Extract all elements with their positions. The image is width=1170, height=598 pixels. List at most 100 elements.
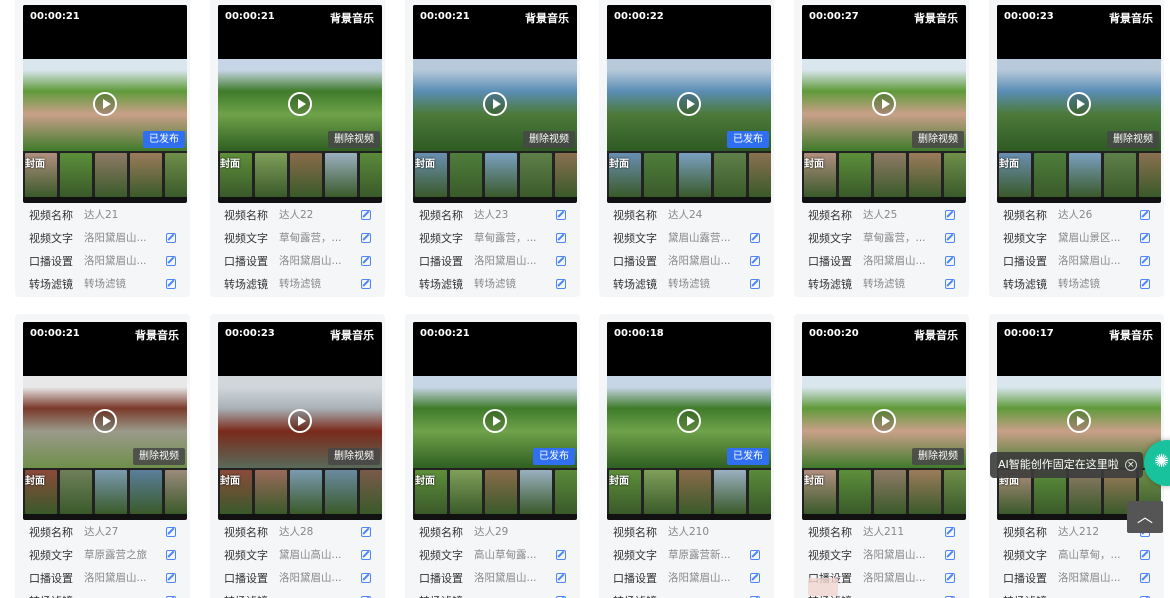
frame-thumbnail[interactable]: [1139, 153, 1161, 197]
frame-thumbnail[interactable]: [874, 153, 906, 197]
video-preview[interactable]: 00:00:22 已发布 封面: [607, 5, 771, 203]
frame-thumbnail[interactable]: [679, 153, 711, 197]
background-music-label[interactable]: 背景音乐: [330, 10, 374, 26]
edit-icon[interactable]: [945, 255, 955, 266]
play-icon[interactable]: [288, 409, 312, 433]
delete-video-button[interactable]: 删除视频: [912, 131, 964, 148]
play-icon[interactable]: [677, 92, 701, 116]
frame-thumbnail[interactable]: [360, 470, 382, 514]
edit-icon[interactable]: [361, 278, 371, 289]
frame-thumbnail[interactable]: [944, 470, 966, 514]
frame-thumbnail[interactable]: [290, 153, 322, 197]
edit-icon[interactable]: [945, 209, 955, 220]
edit-icon[interactable]: [945, 572, 955, 583]
play-icon[interactable]: [93, 409, 117, 433]
video-preview[interactable]: 00:00:21 已发布 封面: [23, 5, 187, 203]
video-preview[interactable]: 00:00:20 背景音乐 删除视频 封面: [802, 322, 966, 520]
frame-thumbnail[interactable]: [130, 470, 162, 514]
edit-icon[interactable]: [556, 209, 566, 220]
edit-icon[interactable]: [1140, 209, 1150, 220]
frame-thumbnail[interactable]: [555, 470, 577, 514]
edit-icon[interactable]: [1140, 255, 1150, 266]
frame-thumbnail[interactable]: [909, 470, 941, 514]
video-card[interactable]: 00:00:18 已发布 封面 视频名称 达人210 视频文字 草原露营新...…: [599, 314, 774, 598]
frame-thumbnail[interactable]: [839, 153, 871, 197]
edit-icon[interactable]: [556, 278, 566, 289]
frame-thumbnail[interactable]: [450, 470, 482, 514]
close-icon[interactable]: ×: [1124, 459, 1137, 471]
frame-thumbnail[interactable]: [909, 153, 941, 197]
video-preview[interactable]: 00:00:21 已发布 封面: [413, 322, 577, 520]
video-card[interactable]: 00:00:22 已发布 封面 视频名称 达人24 视频文字 黛眉山露营... …: [599, 0, 774, 297]
frame-thumbnail[interactable]: [95, 470, 127, 514]
video-preview[interactable]: 00:00:21 背景音乐 删除视频 封面: [413, 5, 577, 203]
frame-thumbnail[interactable]: [325, 153, 357, 197]
edit-icon[interactable]: [166, 232, 176, 243]
video-preview[interactable]: 00:00:17 背景音乐 封面: [997, 322, 1161, 520]
frame-thumbnail[interactable]: [679, 470, 711, 514]
video-card[interactable]: 00:00:21 已发布 封面 视频名称 达人29 视频文字 高山草甸露... …: [405, 314, 580, 598]
back-to-top-button[interactable]: ︿: [1127, 501, 1163, 533]
frame-thumbnail[interactable]: [60, 153, 92, 197]
frame-thumbnail[interactable]: [520, 470, 552, 514]
edit-icon[interactable]: [750, 278, 760, 289]
frame-thumbnail[interactable]: [555, 153, 577, 197]
frame-thumbnail[interactable]: [130, 153, 162, 197]
edit-icon[interactable]: [945, 278, 955, 289]
edit-icon[interactable]: [361, 209, 371, 220]
delete-video-button[interactable]: 删除视频: [912, 448, 964, 465]
frame-thumbnail[interactable]: [485, 153, 517, 197]
frame-thumbnail[interactable]: [325, 470, 357, 514]
frame-thumbnail[interactable]: [290, 470, 322, 514]
frame-thumbnail[interactable]: [839, 470, 871, 514]
frame-thumbnail[interactable]: [644, 470, 676, 514]
frame-thumbnail[interactable]: [165, 470, 187, 514]
edit-icon[interactable]: [361, 255, 371, 266]
edit-icon[interactable]: [166, 255, 176, 266]
video-card[interactable]: 00:00:27 背景音乐 删除视频 封面 视频名称 达人25 视频文字 草甸露…: [794, 0, 969, 297]
video-card[interactable]: 00:00:21 背景音乐 删除视频 封面 视频名称 达人22 视频文字 草甸露…: [210, 0, 385, 297]
frame-thumbnail[interactable]: [1104, 153, 1136, 197]
background-music-label[interactable]: 背景音乐: [914, 327, 958, 343]
frame-thumbnail[interactable]: [360, 153, 382, 197]
edit-icon[interactable]: [556, 549, 566, 560]
video-preview[interactable]: 00:00:18 已发布 封面: [607, 322, 771, 520]
play-icon[interactable]: [288, 92, 312, 116]
delete-video-button[interactable]: 删除视频: [328, 448, 380, 465]
edit-icon[interactable]: [1140, 278, 1150, 289]
edit-icon[interactable]: [166, 278, 176, 289]
frame-thumbnail[interactable]: [1069, 153, 1101, 197]
frame-thumbnail[interactable]: [165, 153, 187, 197]
delete-video-button[interactable]: 删除视频: [328, 131, 380, 148]
frame-thumbnail[interactable]: [944, 153, 966, 197]
video-preview[interactable]: 00:00:23 背景音乐 删除视频 封面: [997, 5, 1161, 203]
play-icon[interactable]: [1067, 92, 1091, 116]
frame-thumbnail[interactable]: [520, 153, 552, 197]
background-music-label[interactable]: 背景音乐: [1109, 10, 1153, 26]
frame-thumbnail[interactable]: [255, 470, 287, 514]
edit-icon[interactable]: [945, 232, 955, 243]
edit-icon[interactable]: [945, 549, 955, 560]
edit-icon[interactable]: [166, 549, 176, 560]
play-icon[interactable]: [483, 409, 507, 433]
background-music-label[interactable]: 背景音乐: [330, 327, 374, 343]
video-card[interactable]: 00:00:21 背景音乐 删除视频 封面 视频名称 达人23 视频文字 草甸露…: [405, 0, 580, 297]
frame-thumbnail[interactable]: [714, 153, 746, 197]
background-music-label[interactable]: 背景音乐: [914, 10, 958, 26]
play-icon[interactable]: [1067, 409, 1091, 433]
edit-icon[interactable]: [1140, 572, 1150, 583]
frame-thumbnail[interactable]: [485, 470, 517, 514]
play-icon[interactable]: [872, 92, 896, 116]
frame-thumbnail[interactable]: [450, 153, 482, 197]
frame-thumbnail[interactable]: [60, 470, 92, 514]
video-card[interactable]: 00:00:21 背景音乐 删除视频 封面 视频名称 达人27 视频文字 草原露…: [15, 314, 190, 598]
play-icon[interactable]: [872, 409, 896, 433]
edit-icon[interactable]: [750, 255, 760, 266]
frame-thumbnail[interactable]: [874, 470, 906, 514]
edit-icon[interactable]: [750, 572, 760, 583]
edit-icon[interactable]: [556, 255, 566, 266]
edit-icon[interactable]: [945, 526, 955, 537]
play-icon[interactable]: [93, 92, 117, 116]
edit-icon[interactable]: [361, 572, 371, 583]
edit-icon[interactable]: [1140, 232, 1150, 243]
